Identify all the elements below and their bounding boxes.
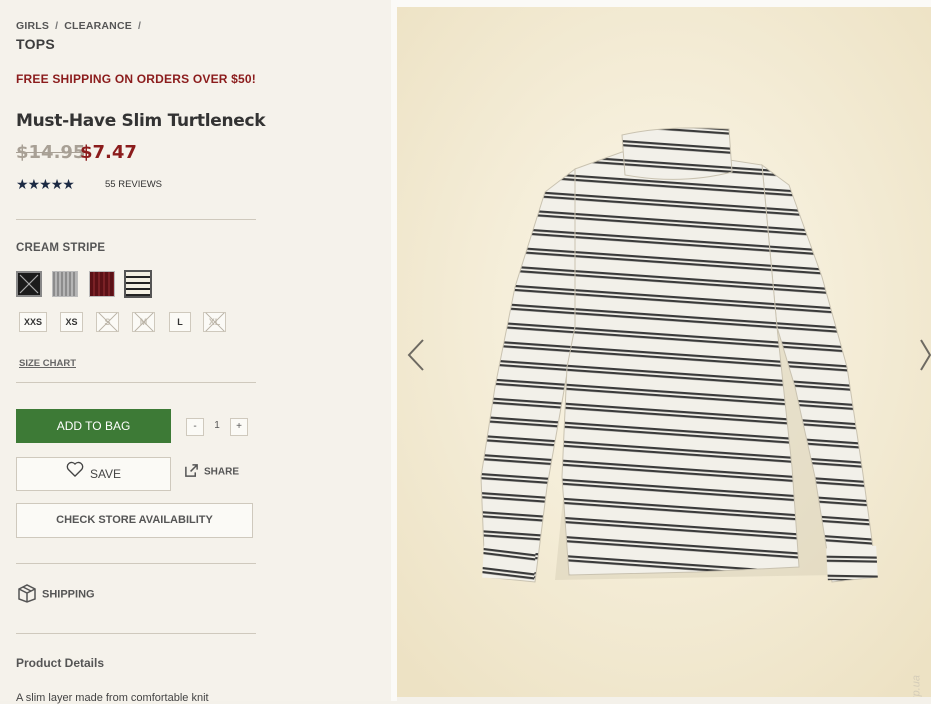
selected-color-label: CREAM STRIPE bbox=[16, 242, 106, 254]
breadcrumb-separator: / bbox=[55, 20, 59, 32]
product-name: Must-Have Slim Turtleneck bbox=[16, 111, 266, 131]
size-option-l[interactable]: L bbox=[169, 312, 191, 332]
turtleneck-illustration bbox=[397, 7, 931, 697]
swatch-heather-grey[interactable] bbox=[52, 271, 78, 297]
quantity-decrease-button[interactable]: - bbox=[186, 418, 204, 436]
size-option-xs[interactable]: XS bbox=[60, 312, 83, 332]
breadcrumb: GIRLS / CLEARANCE / bbox=[16, 20, 147, 32]
shipping-link[interactable]: SHIPPING bbox=[16, 584, 95, 603]
size-option-xxs[interactable]: XXS bbox=[19, 312, 47, 332]
product-info-panel: GIRLS / CLEARANCE / TOPS FREE SHIPPING ON O… bbox=[0, 0, 391, 704]
star-icon: ★ bbox=[16, 176, 29, 192]
size-option-xl[interactable]: XL bbox=[203, 312, 226, 332]
shipping-promo[interactable]: FREE SHIPPING ON ORDERS OVER $50! bbox=[16, 72, 256, 86]
product-image[interactable]: ladies.kp.ua bbox=[397, 7, 931, 697]
watermark: ladies.kp.ua bbox=[911, 675, 923, 697]
original-price: $14.95 bbox=[16, 142, 86, 163]
save-label: SAVE bbox=[89, 467, 122, 481]
shipping-label: SHIPPING bbox=[42, 588, 95, 601]
chevron-left-icon[interactable] bbox=[406, 338, 426, 377]
box-icon bbox=[16, 584, 42, 603]
check-store-availability-button[interactable]: CHECK STORE AVAILABILITY bbox=[16, 503, 253, 538]
breadcrumb-link-girls[interactable]: GIRLS bbox=[16, 20, 49, 32]
star-icon: ★ bbox=[27, 176, 41, 192]
product-details-heading[interactable]: Product Details bbox=[16, 656, 104, 670]
quantity-increase-button[interactable]: + bbox=[230, 418, 248, 436]
share-icon bbox=[184, 464, 204, 478]
add-to-bag-button[interactable]: ADD TO BAG bbox=[16, 409, 171, 443]
divider bbox=[16, 633, 256, 634]
divider bbox=[16, 563, 256, 564]
swatch-burgundy[interactable] bbox=[89, 271, 115, 297]
share-button[interactable]: SHARE bbox=[184, 464, 240, 478]
gallery-top-edge bbox=[397, 0, 931, 7]
rating-stars[interactable]: ★★★★★ bbox=[16, 176, 75, 193]
unavailable-cross-icon bbox=[19, 274, 39, 294]
category-title: TOPS bbox=[16, 36, 56, 52]
size-chart-link[interactable]: SIZE CHART bbox=[19, 358, 76, 369]
star-icon: ★ bbox=[62, 176, 75, 192]
size-option-s[interactable]: S bbox=[96, 312, 119, 332]
quantity-value[interactable]: 1 bbox=[208, 418, 226, 436]
star-icon: ★ bbox=[39, 176, 52, 192]
breadcrumb-separator: / bbox=[137, 20, 142, 32]
star-icon: ★ bbox=[50, 176, 64, 192]
sale-price: $7.47 bbox=[80, 142, 137, 163]
breadcrumb-link-clearance[interactable]: CLEARANCE bbox=[64, 20, 132, 32]
product-description: A slim layer made from comfortable knit bbox=[16, 692, 209, 704]
share-label: SHARE bbox=[204, 466, 240, 478]
swatch-black[interactable] bbox=[16, 271, 42, 297]
save-button[interactable]: SAVE bbox=[16, 457, 171, 491]
size-option-m[interactable]: M bbox=[132, 312, 155, 332]
swatch-cream-stripe[interactable] bbox=[124, 270, 152, 298]
divider bbox=[16, 382, 256, 383]
heart-icon bbox=[66, 457, 84, 489]
chevron-right-icon[interactable] bbox=[919, 338, 931, 377]
divider bbox=[16, 219, 256, 220]
reviews-link[interactable]: 55 REVIEWS bbox=[105, 179, 162, 190]
